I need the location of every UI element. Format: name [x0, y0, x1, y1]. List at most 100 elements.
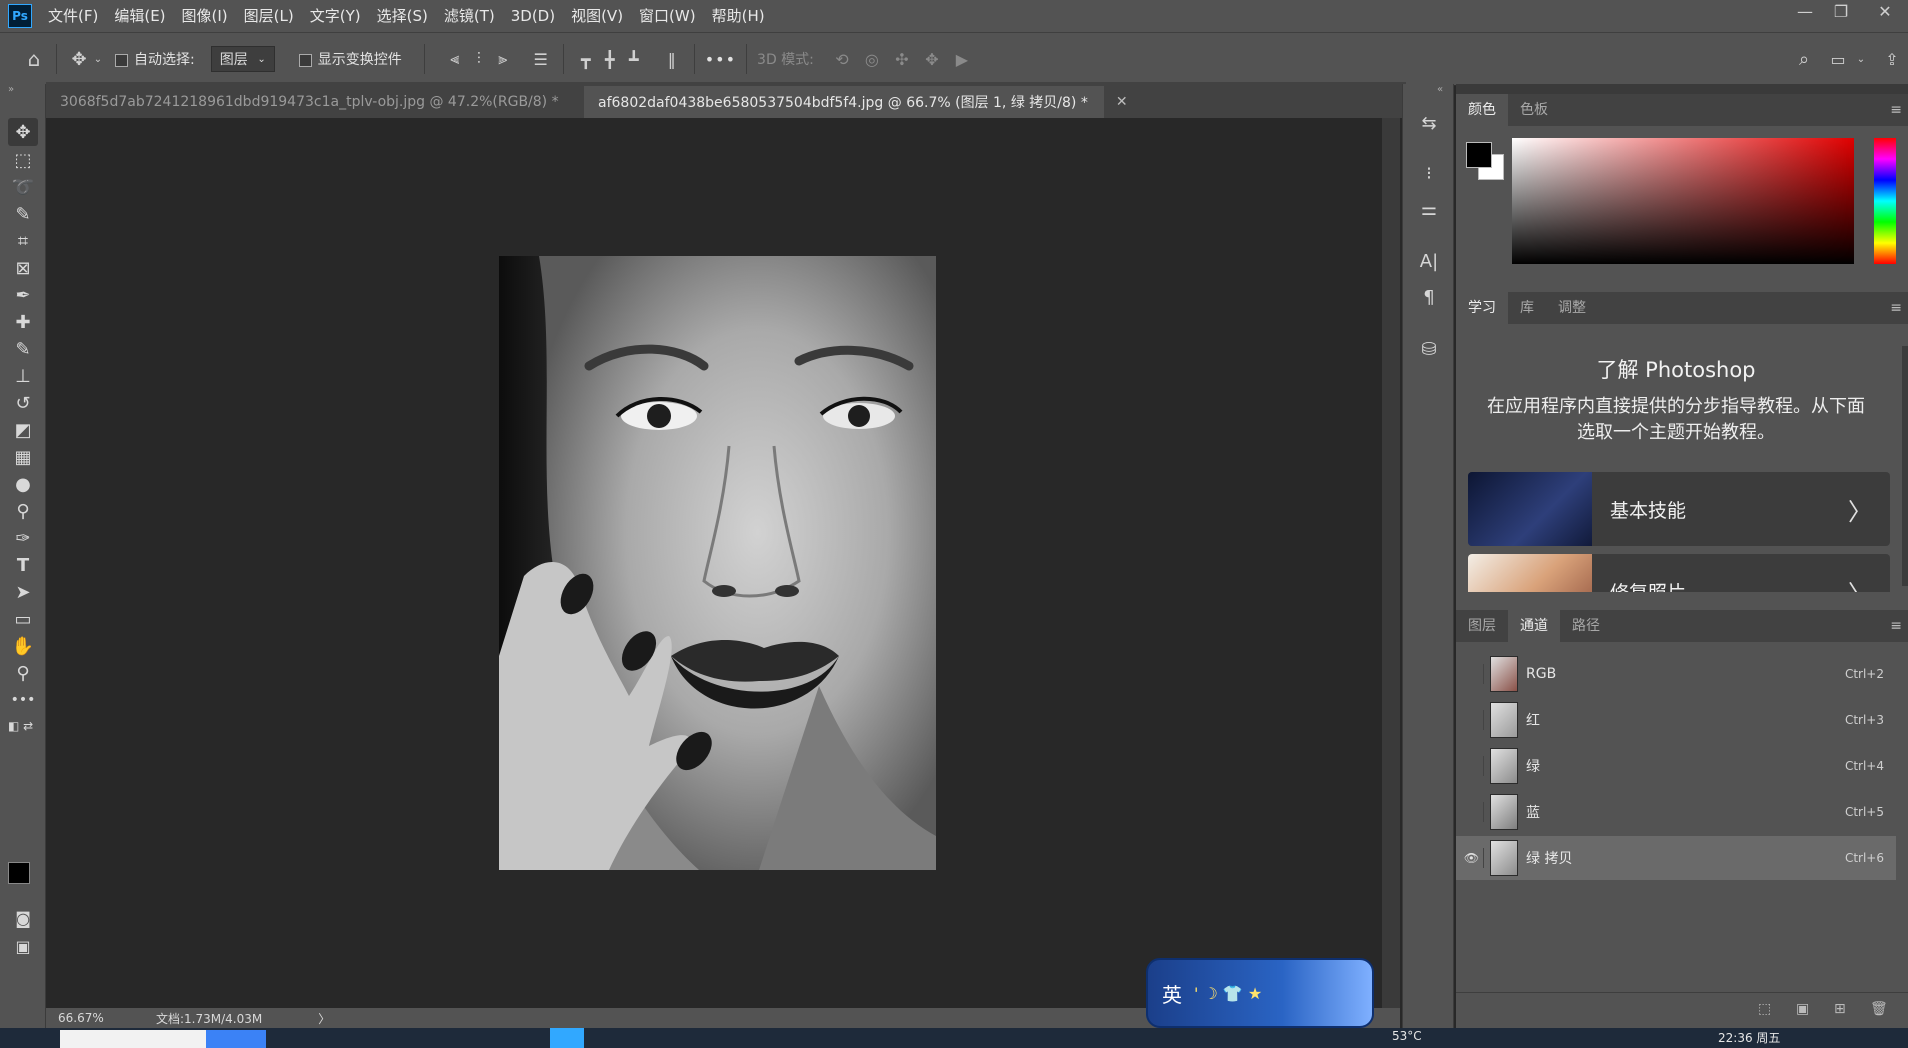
show-transform-checkbox[interactable]: [298, 50, 318, 69]
hue-slider[interactable]: [1874, 138, 1896, 264]
document-tab[interactable]: 3068f5d7ab7241218961dbd919473c1a_tplv-ob…: [46, 86, 598, 118]
healing-brush-tool-icon[interactable]: ✚: [8, 308, 38, 336]
type-tool-icon[interactable]: T: [8, 551, 38, 579]
visibility-toggle-icon[interactable]: [1460, 664, 1484, 684]
tab-libraries[interactable]: 库: [1508, 292, 1546, 324]
save-selection-icon[interactable]: ▣: [1796, 1001, 1809, 1017]
panel-menu-icon[interactable]: ≡: [1890, 618, 1902, 634]
chevron-down-icon[interactable]: ⌄: [91, 54, 105, 65]
quick-mask-icon[interactable]: ◙: [8, 904, 38, 932]
workspace-icon[interactable]: ▭: [1826, 50, 1850, 69]
learn-card-fix-photo[interactable]: 修复照片 〉: [1468, 554, 1890, 592]
move-tool-icon[interactable]: ✥: [67, 49, 91, 70]
lasso-tool-icon[interactable]: ➰: [8, 173, 38, 201]
path-select-tool-icon[interactable]: ➤: [8, 578, 38, 606]
tab-adjustments[interactable]: 调整: [1546, 292, 1598, 324]
screen-mode-icon[interactable]: ▣: [8, 932, 38, 960]
zoom-level[interactable]: 66.67%: [58, 1011, 128, 1025]
menu-3d[interactable]: 3D(D): [503, 0, 563, 32]
menu-select[interactable]: 选择(S): [369, 0, 436, 32]
foreground-color-swatch[interactable]: [1466, 142, 1492, 168]
close-icon[interactable]: ✕: [1116, 94, 1128, 110]
rectangle-tool-icon[interactable]: ▭: [8, 605, 38, 633]
document-image[interactable]: [499, 256, 936, 870]
channel-row[interactable]: RGB Ctrl+2: [1456, 652, 1896, 696]
menu-image[interactable]: 图像(I): [174, 0, 236, 32]
align-middle-icon[interactable]: ╋: [598, 50, 622, 69]
brush-tool-icon[interactable]: ✎: [8, 335, 38, 363]
foreground-color-swatch[interactable]: [8, 862, 30, 884]
menu-file[interactable]: 文件(F): [40, 0, 106, 32]
menu-type[interactable]: 文字(Y): [302, 0, 369, 32]
3d-orbit-icon[interactable]: ⟲: [830, 50, 854, 69]
auto-select-dropdown[interactable]: 图层 ⌄: [210, 46, 275, 72]
hand-tool-icon[interactable]: ✋: [8, 632, 38, 660]
panel-menu-icon[interactable]: ≡: [1890, 102, 1902, 118]
search-icon[interactable]: ⌕: [1792, 49, 1816, 70]
swap-colors-icon[interactable]: ◧ ⇄: [8, 712, 38, 740]
collapse-icon[interactable]: «: [1437, 84, 1443, 95]
taskbar-button[interactable]: [206, 1030, 266, 1048]
auto-select-checkbox[interactable]: [115, 50, 134, 69]
tab-paths[interactable]: 路径: [1560, 610, 1612, 642]
document-tab-active[interactable]: af6802daf0438be6580537504bdf5f4.jpg @ 66…: [584, 86, 1128, 118]
chevron-right-icon[interactable]: 〉: [318, 1010, 330, 1027]
tab-swatches[interactable]: 色板: [1508, 94, 1560, 126]
blur-tool-icon[interactable]: ●: [8, 470, 38, 498]
properties-panel-icon[interactable]: ⚌: [1415, 196, 1443, 222]
align-right-icon[interactable]: ⫸: [491, 49, 515, 69]
history-panel-icon[interactable]: ⇆: [1415, 110, 1443, 136]
photoshop-taskbar-icon[interactable]: [550, 1028, 584, 1048]
visibility-toggle-icon[interactable]: [1460, 710, 1484, 730]
share-icon[interactable]: ⇪: [1880, 50, 1904, 69]
3d-panel-icon[interactable]: ⛁: [1415, 336, 1443, 362]
edit-toolbar-icon[interactable]: •••: [8, 686, 38, 714]
menu-layer[interactable]: 图层(L): [236, 0, 302, 32]
dodge-tool-icon[interactable]: ⚲: [8, 497, 38, 525]
menu-help[interactable]: 帮助(H): [704, 0, 773, 32]
ime-toolbar[interactable]: 英 ' ☽ 👕 ★: [1146, 958, 1374, 1028]
brush-settings-icon[interactable]: ⁝: [1415, 160, 1443, 186]
channel-row[interactable]: 蓝 Ctrl+5: [1456, 790, 1896, 834]
align-left-icon[interactable]: ⫷: [443, 49, 467, 69]
paragraph-panel-icon[interactable]: ¶: [1415, 284, 1443, 310]
channel-row[interactable]: 红 Ctrl+3: [1456, 698, 1896, 742]
frame-tool-icon[interactable]: ⊠: [8, 254, 38, 282]
panel-menu-icon[interactable]: ≡: [1890, 300, 1902, 316]
collapse-icon[interactable]: »: [8, 84, 14, 95]
more-options-icon[interactable]: •••: [705, 50, 736, 69]
close-window-button[interactable]: ✕: [1870, 0, 1900, 26]
home-icon[interactable]: ⌂: [22, 47, 46, 71]
menu-edit[interactable]: 编辑(E): [106, 0, 173, 32]
restore-button[interactable]: ❐: [1826, 0, 1856, 26]
align-center-icon[interactable]: ⫶: [467, 49, 491, 69]
learn-card-basic-skills[interactable]: 基本技能 〉: [1468, 472, 1890, 546]
3d-roll-icon[interactable]: ◎: [860, 50, 884, 69]
gradient-tool-icon[interactable]: ▦: [8, 443, 38, 471]
eraser-tool-icon[interactable]: ◩: [8, 416, 38, 444]
history-brush-tool-icon[interactable]: ↺: [8, 389, 38, 417]
vertical-scrollbar[interactable]: [1382, 118, 1400, 1008]
ime-tool-icons[interactable]: ' ☽ 👕 ★: [1194, 984, 1262, 1003]
visibility-toggle-icon[interactable]: [1460, 802, 1484, 822]
delete-channel-icon[interactable]: 🗑: [1870, 1001, 1888, 1017]
3d-slide-icon[interactable]: ✥: [920, 50, 944, 69]
visibility-toggle-icon[interactable]: [1460, 756, 1484, 776]
tab-learn[interactable]: 学习: [1456, 292, 1508, 324]
channel-row[interactable]: 👁 绿 拷贝 Ctrl+6: [1456, 836, 1896, 880]
learn-scrollbar[interactable]: [1902, 346, 1908, 586]
align-bottom-icon[interactable]: ┻: [622, 50, 646, 69]
eyedropper-tool-icon[interactable]: ✒: [8, 281, 38, 309]
load-selection-icon[interactable]: ⬚: [1758, 1001, 1771, 1017]
tab-color[interactable]: 颜色: [1456, 94, 1508, 126]
collapse-icon[interactable]: [1456, 84, 1908, 94]
move-tool-icon[interactable]: ✥: [8, 118, 38, 146]
color-picker-field[interactable]: [1512, 138, 1854, 264]
channel-row[interactable]: 绿 Ctrl+4: [1456, 744, 1896, 788]
zoom-tool-icon[interactable]: ⚲: [8, 659, 38, 687]
crop-tool-icon[interactable]: ⌗: [8, 227, 38, 255]
clone-stamp-tool-icon[interactable]: ⊥: [8, 362, 38, 390]
menu-filter[interactable]: 滤镜(T): [436, 0, 503, 32]
tab-channels[interactable]: 通道: [1508, 610, 1560, 642]
align-top-icon[interactable]: ┳: [574, 50, 598, 69]
